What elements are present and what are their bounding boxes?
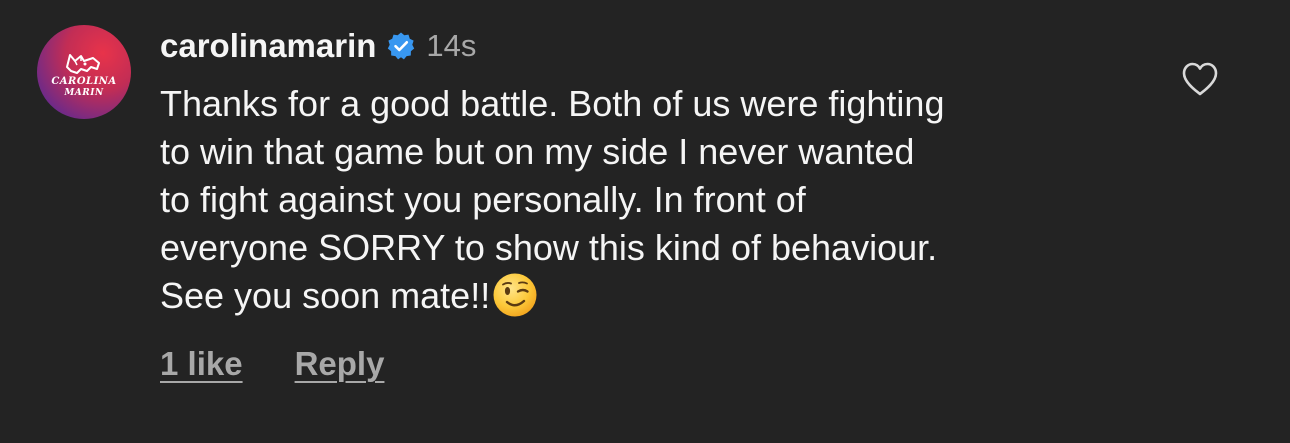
comment-text-line: Thanks for a good battle. Both of us wer… (160, 83, 945, 124)
comment-text-line: everyone SORRY to show this kind of beha… (160, 227, 938, 268)
avatar-text-line1: CAROLINA (51, 76, 117, 87)
verified-badge-icon (388, 32, 415, 60)
username[interactable]: carolinamarin (160, 27, 376, 65)
comment-text: Thanks for a good battle. Both of us wer… (160, 80, 1160, 320)
heart-outline-icon[interactable] (1181, 61, 1219, 97)
comment-text-line: to win that game but on my side I never … (160, 131, 915, 172)
comment-text-last-line: See you soon mate!! (160, 272, 1160, 320)
likes-count-link[interactable]: 1 like (160, 345, 243, 383)
timestamp: 14s (426, 28, 477, 63)
lynx-logo-icon (66, 54, 100, 74)
winking-face-emoji-icon (493, 273, 537, 317)
comment-text-line: See you soon mate!! (160, 275, 491, 316)
avatar[interactable]: CAROLINA MARIN (37, 25, 131, 119)
comment-footer: 1 like Reply (160, 342, 384, 386)
reply-button[interactable]: Reply (295, 345, 385, 383)
avatar-text-line2: MARIN (64, 88, 104, 98)
comment-header: carolinamarin 14s (160, 24, 476, 68)
comment: CAROLINA MARIN carolinamarin 14s Thanks … (0, 0, 1290, 443)
comment-text-line: to fight against you personally. In fron… (160, 179, 806, 220)
